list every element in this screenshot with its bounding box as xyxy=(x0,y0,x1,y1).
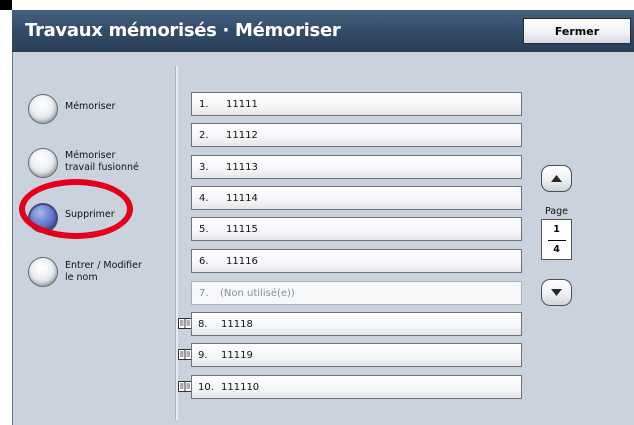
job-row-8[interactable]: 8. 11118 xyxy=(191,312,522,336)
page-fraction-line xyxy=(548,240,566,241)
page-title: Travaux mémorisés · Mémoriser xyxy=(25,20,341,41)
job-row-7[interactable]: 7. (Non utilisé(e)) xyxy=(191,281,522,305)
job-number: 10. xyxy=(198,382,214,393)
main-panel: Mémoriser Mémoriser travail fusionné Sup… xyxy=(12,52,634,425)
option-label: Mémoriser xyxy=(65,101,116,112)
job-row-2[interactable]: 2. 11112 xyxy=(191,123,522,147)
job-name: 11118 xyxy=(221,319,253,330)
current-page: 1 xyxy=(553,224,560,235)
radio-button[interactable] xyxy=(28,94,58,124)
job-name: 11114 xyxy=(226,193,258,204)
job-name: 11112 xyxy=(226,130,258,141)
job-number: 3. xyxy=(199,162,209,173)
job-name: 11119 xyxy=(221,350,253,361)
job-row-10[interactable]: 10. 111110 xyxy=(191,375,522,399)
book-icon xyxy=(178,381,192,392)
job-name: 11113 xyxy=(226,162,258,173)
option-label: Supprimer xyxy=(65,209,115,220)
job-number: 2. xyxy=(199,130,209,141)
job-name: 11116 xyxy=(226,256,258,267)
book-icon xyxy=(178,318,192,329)
job-number: 7. xyxy=(199,288,209,299)
job-name: 11111 xyxy=(226,99,258,110)
job-number: 4. xyxy=(199,193,209,204)
title-bar: Travaux mémorisés · Mémoriser Fermer xyxy=(12,10,634,52)
book-icon xyxy=(178,349,192,360)
job-row-1[interactable]: 1. 11111 xyxy=(191,92,522,116)
radio-button[interactable] xyxy=(28,148,58,178)
triangle-up-icon xyxy=(551,175,562,182)
page-up-button[interactable] xyxy=(541,165,572,192)
option-label: Mémoriser travail fusionné xyxy=(65,150,139,173)
job-number: 5. xyxy=(199,224,209,235)
job-row-3[interactable]: 3. 11113 xyxy=(191,155,522,179)
job-name: 111110 xyxy=(221,382,260,393)
total-pages: 4 xyxy=(553,244,560,255)
page-indicator: 1 4 xyxy=(541,219,572,260)
job-row-6[interactable]: 6. 11116 xyxy=(191,249,522,273)
job-number: 9. xyxy=(198,350,208,361)
job-number: 1. xyxy=(199,99,209,110)
radio-button[interactable] xyxy=(28,257,58,287)
job-number: 8. xyxy=(198,319,208,330)
job-row-4[interactable]: 4. 11114 xyxy=(191,186,522,210)
job-number: 6. xyxy=(199,256,209,267)
job-name: (Non utilisé(e)) xyxy=(220,288,295,299)
triangle-down-icon xyxy=(551,289,562,296)
page-down-button[interactable] xyxy=(541,279,572,306)
page-label: Page xyxy=(545,206,568,217)
close-button[interactable]: Fermer xyxy=(523,18,631,44)
panel-divider xyxy=(175,66,178,420)
job-row-9[interactable]: 9. 11119 xyxy=(191,343,522,367)
job-name: 11115 xyxy=(226,224,258,235)
option-label: Entrer / Modifier le nom xyxy=(65,260,142,283)
radio-button-selected[interactable] xyxy=(28,203,58,233)
window-corner xyxy=(0,0,12,10)
job-row-5[interactable]: 5. 11115 xyxy=(191,217,522,241)
